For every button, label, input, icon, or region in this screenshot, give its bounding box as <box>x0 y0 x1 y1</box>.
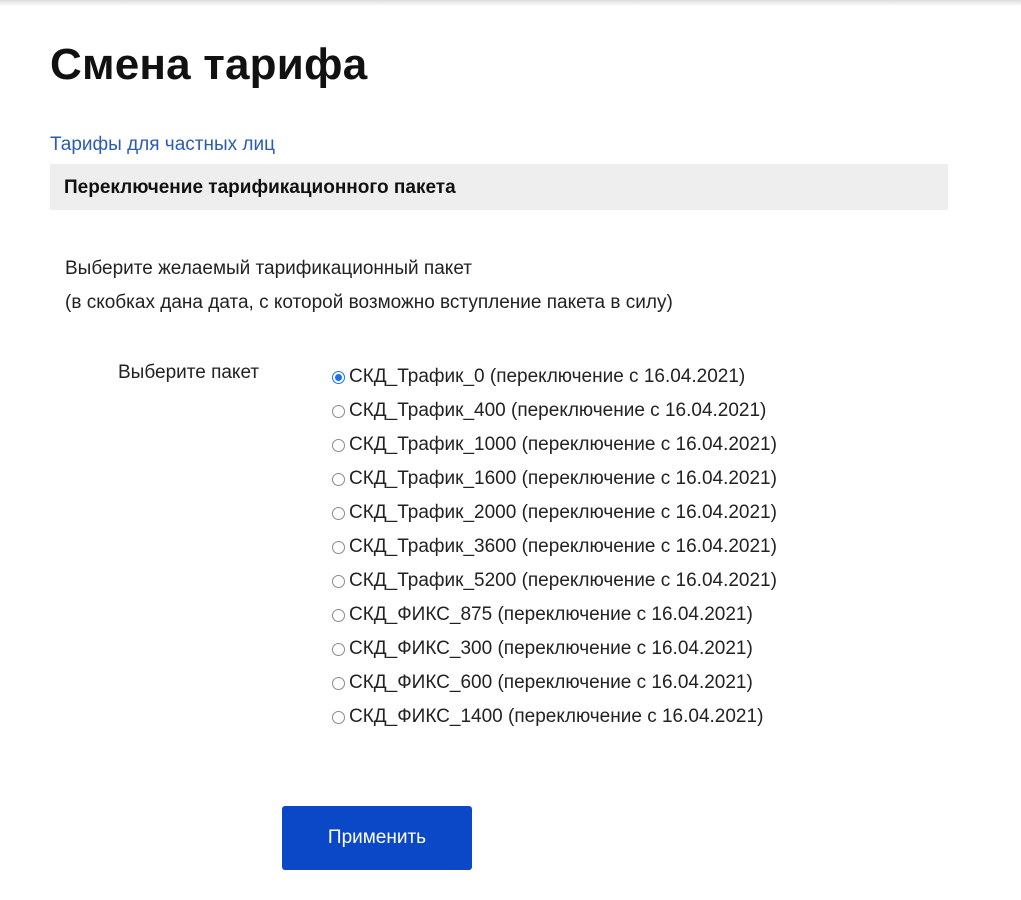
intro-line-1: Выберите желаемый тарификационный пакет <box>65 258 472 279</box>
package-radio-group: СКД_Трафик_0 (переключение с 16.04.2021)… <box>332 360 777 734</box>
package-option[interactable]: СКД_Трафик_400 (переключение с 16.04.202… <box>332 394 777 428</box>
package-option-label: СКД_Трафик_2000 (переключение с 16.04.20… <box>349 502 777 523</box>
radio-button[interactable] <box>332 472 345 486</box>
package-option-label: СКД_ФИКС_600 (переключение с 16.04.2021) <box>349 672 753 693</box>
intro-line-2: (в скобках дана дата, с которой возможно… <box>65 292 673 313</box>
package-field-label: Выберите пакет <box>118 362 260 383</box>
radio-button[interactable] <box>332 710 345 724</box>
package-option-label: СКД_Трафик_3600 (переключение с 16.04.20… <box>349 536 777 557</box>
intro-text: Выберите желаемый тарификационный пакет … <box>65 252 673 320</box>
package-option-label: СКД_Трафик_0 (переключение с 16.04.2021) <box>349 366 746 387</box>
top-shadow <box>0 0 1021 6</box>
package-option-label: СКД_ФИКС_1400 (переключение с 16.04.2021… <box>349 706 764 727</box>
package-option[interactable]: СКД_Трафик_3600 (переключение с 16.04.20… <box>332 530 777 564</box>
breadcrumb-link-private-tariffs[interactable]: Тарифы для частных лиц <box>50 134 275 156</box>
package-option[interactable]: СКД_Трафик_1600 (переключение с 16.04.20… <box>332 462 777 496</box>
radio-button[interactable] <box>332 642 345 656</box>
package-option[interactable]: СКД_ФИКС_1400 (переключение с 16.04.2021… <box>332 700 777 734</box>
package-option-label: СКД_Трафик_1600 (переключение с 16.04.20… <box>349 468 777 489</box>
radio-button[interactable] <box>332 506 345 520</box>
radio-button[interactable] <box>332 608 345 622</box>
package-option-label: СКД_Трафик_400 (переключение с 16.04.202… <box>349 400 767 421</box>
radio-button[interactable] <box>332 404 345 418</box>
package-option[interactable]: СКД_Трафик_0 (переключение с 16.04.2021) <box>332 360 777 394</box>
package-option[interactable]: СКД_Трафик_1000 (переключение с 16.04.20… <box>332 428 777 462</box>
package-option[interactable]: СКД_ФИКС_300 (переключение с 16.04.2021) <box>332 632 777 666</box>
radio-button[interactable] <box>332 540 345 554</box>
package-option-label: СКД_ФИКС_875 (переключение с 16.04.2021) <box>349 604 753 625</box>
package-option-label: СКД_Трафик_5200 (переключение с 16.04.20… <box>349 570 777 591</box>
package-option[interactable]: СКД_Трафик_2000 (переключение с 16.04.20… <box>332 496 777 530</box>
section-title: Переключение тарификационного пакета <box>64 177 456 198</box>
radio-button[interactable] <box>332 676 345 690</box>
page-title: Смена тарифа <box>50 40 368 89</box>
package-option-label: СКД_Трафик_1000 (переключение с 16.04.20… <box>349 434 777 455</box>
apply-button[interactable]: Применить <box>282 806 472 870</box>
section-header: Переключение тарификационного пакета <box>50 164 948 210</box>
package-option-label: СКД_ФИКС_300 (переключение с 16.04.2021) <box>349 638 753 659</box>
package-option[interactable]: СКД_ФИКС_875 (переключение с 16.04.2021) <box>332 598 777 632</box>
radio-button[interactable] <box>332 574 345 588</box>
package-option[interactable]: СКД_Трафик_5200 (переключение с 16.04.20… <box>332 564 777 598</box>
package-option[interactable]: СКД_ФИКС_600 (переключение с 16.04.2021) <box>332 666 777 700</box>
radio-button[interactable] <box>332 438 345 452</box>
radio-button[interactable] <box>332 370 345 384</box>
